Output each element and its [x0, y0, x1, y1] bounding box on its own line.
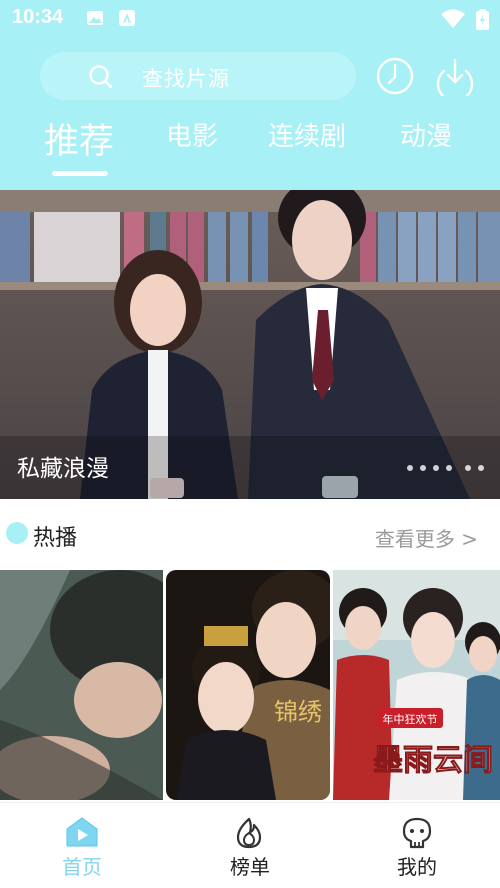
see-more-link[interactable]: 查看更多 > — [375, 523, 478, 552]
download-icon[interactable] — [435, 56, 475, 96]
active-tab-indicator — [52, 171, 108, 176]
nav-home[interactable]: 首页 — [22, 803, 142, 888]
featured-banner[interactable]: 私藏浪漫 — [0, 190, 500, 499]
nav-profile[interactable]: 我的 — [357, 803, 477, 888]
home-play-icon — [66, 817, 98, 847]
nav-home-label: 首页 — [62, 855, 102, 879]
banner-dot[interactable] — [433, 465, 439, 471]
wifi-icon — [441, 9, 465, 28]
banner-dot[interactable] — [478, 465, 484, 471]
tab-anime[interactable]: 动漫 — [400, 116, 452, 153]
poster-card[interactable]: 年中狂欢节 墨雨云间 — [333, 570, 500, 800]
status-time: 10:34 — [12, 6, 64, 28]
profile-icon — [402, 817, 432, 849]
flame-icon — [236, 817, 262, 849]
section-bullet — [6, 522, 28, 544]
nav-ranking-label: 榜单 — [230, 855, 270, 879]
banner-dot[interactable] — [465, 465, 471, 471]
banner-dot[interactable] — [446, 465, 452, 471]
gallery-icon — [87, 11, 103, 25]
poster-image — [0, 570, 163, 800]
search-placeholder: 查找片源 — [142, 67, 230, 91]
banner-dot[interactable] — [407, 465, 413, 471]
poster-card[interactable] — [0, 570, 163, 800]
banner-dot[interactable] — [420, 465, 426, 471]
poster-badge: 年中狂欢节 — [383, 712, 438, 726]
poster-image: 锦绣 — [166, 570, 330, 800]
status-bar: 10:34 — [0, 0, 500, 38]
hot-section-title: 热播 — [33, 526, 78, 551]
poster-title-art: 锦绣 — [274, 698, 322, 726]
bottom-navigation: 首页 榜单 我的 — [0, 802, 500, 888]
poster-image: 年中狂欢节 墨雨云间 — [333, 570, 500, 800]
history-icon[interactable] — [375, 56, 415, 96]
banner-pagination[interactable] — [407, 465, 484, 471]
nav-profile-label: 我的 — [397, 855, 437, 879]
poster-card[interactable]: 锦绣 — [166, 570, 330, 800]
search-input[interactable]: 查找片源 — [40, 52, 356, 100]
tab-recommend[interactable]: 推荐 — [44, 113, 114, 164]
tab-movies[interactable]: 电影 — [166, 116, 218, 153]
battery-icon — [476, 9, 489, 30]
tab-series[interactable]: 连续剧 — [268, 116, 346, 153]
poster-title-art: 墨雨云间 — [373, 743, 493, 778]
banner-caption: 私藏浪漫 — [17, 456, 109, 482]
store-icon — [119, 10, 135, 26]
nav-ranking[interactable]: 榜单 — [190, 803, 310, 888]
search-icon — [89, 65, 113, 89]
